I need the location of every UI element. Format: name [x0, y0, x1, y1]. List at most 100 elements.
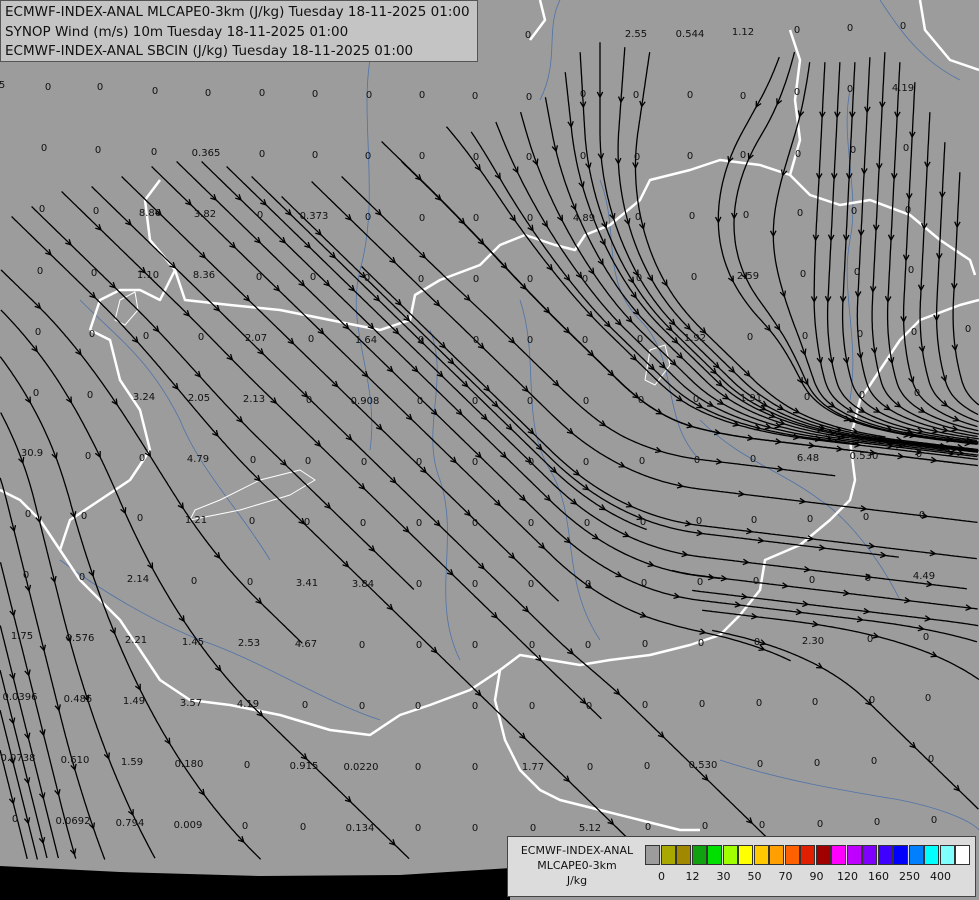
station-value: 4.19: [892, 83, 914, 94]
station-value: 0: [529, 640, 535, 651]
station-value: 0: [638, 395, 644, 406]
station-value: 0: [259, 149, 265, 160]
station-value: 0: [809, 575, 815, 586]
station-value: 0: [859, 390, 865, 401]
station-value: 0: [137, 513, 143, 524]
station-value: 0: [905, 205, 911, 216]
station-value: 2.59: [737, 271, 759, 282]
station-value: 0: [863, 512, 869, 523]
station-value: 0: [797, 208, 803, 219]
legend-swatch: [784, 845, 800, 865]
station-value: 2.07: [245, 333, 267, 344]
station-value: 0: [794, 87, 800, 98]
station-value: 0: [847, 23, 853, 34]
station-value: 0: [965, 324, 971, 335]
station-value: 0: [472, 762, 478, 773]
station-value: 0: [694, 455, 700, 466]
legend-swatch: [738, 845, 753, 865]
station-value: 0: [359, 640, 365, 651]
legend-swatch: [862, 845, 877, 865]
station-value: 0: [205, 88, 211, 99]
station-value: 0: [25, 509, 31, 520]
station-value: 0: [365, 151, 371, 162]
station-value: 0: [851, 206, 857, 217]
station-value: 0: [527, 396, 533, 407]
station-value: 0: [865, 573, 871, 584]
station-value: 0: [914, 388, 920, 399]
station-value: 0: [300, 822, 306, 833]
station-value: 0: [585, 640, 591, 651]
legend-swatch: [955, 845, 970, 865]
station-value: 0: [87, 390, 93, 401]
station-value: 0: [699, 699, 705, 710]
station-value: 0: [903, 143, 909, 154]
station-value: 4.19: [237, 699, 259, 710]
station-value: 0: [925, 693, 931, 704]
station-value: 0: [416, 518, 422, 529]
station-value: 0: [79, 572, 85, 583]
station-value: 0: [696, 516, 702, 527]
station-value: 0: [419, 90, 425, 101]
station-value: 0: [256, 272, 262, 283]
station-value: 0: [37, 266, 43, 277]
station-value: 0: [586, 701, 592, 712]
station-value: 0: [900, 21, 906, 32]
station-value: 0: [639, 456, 645, 467]
station-value: 0: [583, 396, 589, 407]
station-value: 0.576: [66, 633, 95, 644]
station-value: 0: [365, 212, 371, 223]
colorbar-legend: ECMWF-INDEX-ANAL MLCAPE0-3km J/kg 0 12 30 5…: [507, 836, 976, 897]
station-value: 1.92: [684, 333, 706, 344]
station-value: 0: [143, 331, 149, 342]
legend-swatch: [800, 845, 815, 865]
legend-swatch: [769, 845, 784, 865]
station-value: 4.49: [913, 571, 935, 582]
station-value: 0: [247, 577, 253, 588]
station-value: 0: [740, 91, 746, 102]
station-value: 0: [691, 272, 697, 283]
legend-tick-label: 70: [778, 870, 793, 883]
station-value: 0: [305, 456, 311, 467]
station-value: 0: [95, 145, 101, 156]
legend-tick-label: 12: [685, 870, 700, 883]
station-value: 1.21: [185, 515, 207, 526]
legend-swatch: [691, 845, 707, 865]
station-value: 0.530: [689, 760, 718, 771]
station-value: 5.12: [579, 823, 601, 834]
station-value: 0: [257, 210, 263, 221]
legend-swatch: [924, 845, 939, 865]
station-value: 1.49: [123, 696, 145, 707]
station-value: 0: [931, 815, 937, 826]
legend-source: ECMWF-INDEX-ANAL: [520, 844, 634, 857]
station-value: 2.13: [243, 394, 265, 405]
station-value: 0: [528, 518, 534, 529]
weather-map: 0 0 0 0 0 0 0 0 0 0 0 0 0 0 0 0 4.19 2.55 0.544 1.12 0 0 0 0 0 0 0…: [0, 0, 979, 900]
station-value: 0: [689, 211, 695, 222]
map-canvas: 0 0 0 0 0 0 0 0 0 0 0 0 0 0 0 0 4.19 2.55 0.544 1.12 0 0 0 0 0 0 0…: [0, 0, 979, 900]
station-value: 1.59: [121, 757, 143, 768]
station-value: 3.24: [133, 392, 155, 403]
station-value: 0: [417, 396, 423, 407]
station-value: 0: [528, 579, 534, 590]
station-value: 2.55: [625, 29, 647, 40]
station-value: 0: [526, 152, 532, 163]
station-value: 0: [847, 84, 853, 95]
legend-swatch: [660, 845, 676, 865]
station-value: 6.48: [797, 453, 819, 464]
station-value: 0: [640, 517, 646, 528]
station-value: 2.30: [802, 636, 824, 647]
legend-swatch: [908, 845, 924, 865]
station-value: 0: [366, 90, 372, 101]
station-value: 0.0396: [3, 692, 38, 703]
station-value: 0: [472, 518, 478, 529]
station-value: 1.12: [732, 27, 754, 38]
station-value: 0: [418, 274, 424, 285]
station-value: 2.21: [125, 635, 147, 646]
station-value: 0: [750, 454, 756, 465]
station-value: 0: [415, 701, 421, 712]
legend-tick-label: 0: [658, 870, 665, 883]
station-value: 0: [472, 396, 478, 407]
station-value: 0: [916, 449, 922, 460]
title-box: ECMWF-INDEX-ANAL MLCAPE0-3km (J/kg) Tues…: [0, 0, 478, 62]
legend-swatch: [753, 845, 769, 865]
